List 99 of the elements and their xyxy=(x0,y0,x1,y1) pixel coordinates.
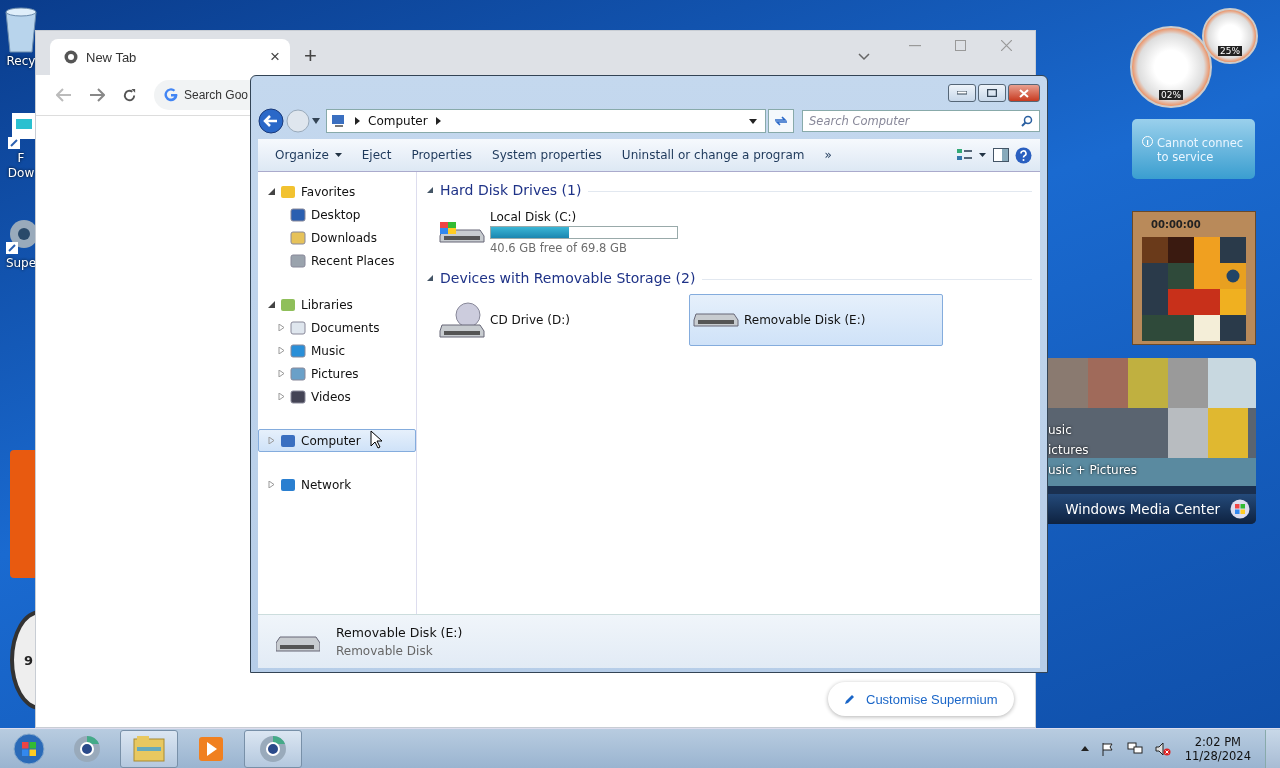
show-hidden-icons-icon[interactable] xyxy=(1080,746,1089,751)
pencil-icon xyxy=(844,693,856,705)
help-icon[interactable] xyxy=(1015,146,1032,164)
view-options-icon[interactable] xyxy=(957,149,987,161)
windows-logo-icon xyxy=(1230,499,1250,519)
new-tab-button[interactable]: + xyxy=(304,43,317,69)
drive-tile[interactable]: CD Drive (D:) xyxy=(435,294,689,346)
detail-name: Removable Disk (E:) xyxy=(336,625,463,640)
chevron-down-icon[interactable] xyxy=(858,53,870,61)
close-button[interactable] xyxy=(1008,84,1040,102)
drive-name: Local Disk (C:) xyxy=(490,209,578,224)
browser-logo-icon xyxy=(64,50,78,64)
minimize-button[interactable] xyxy=(948,84,976,102)
toolbar-button[interactable]: Properties xyxy=(404,144,480,166)
restore-button[interactable] xyxy=(978,84,1006,102)
toolbar-button[interactable]: » xyxy=(817,144,839,166)
toolbar-button[interactable]: Organize xyxy=(268,144,349,166)
refresh-button[interactable] xyxy=(768,109,794,133)
close-icon xyxy=(1019,88,1029,98)
tab-title: New Tab xyxy=(86,49,138,65)
search-icon xyxy=(1021,115,1033,127)
minimize-icon xyxy=(957,91,967,95)
nav-item[interactable]: Documents xyxy=(258,316,416,339)
taskbar-button[interactable] xyxy=(244,729,302,768)
expanded-arrow-icon[interactable] xyxy=(268,188,275,195)
nav-item[interactable]: Libraries xyxy=(258,293,416,316)
breadcrumb-arrow-icon xyxy=(355,117,360,125)
nav-item[interactable]: Network xyxy=(258,473,416,496)
hard-drive-icon xyxy=(438,221,486,243)
nav-item[interactable]: Favorites xyxy=(258,180,416,203)
google-logo-icon xyxy=(164,88,178,102)
dropdown-arrow-icon[interactable] xyxy=(312,118,320,124)
desktop-icon-label[interactable]: Dow xyxy=(7,166,35,181)
cd-drive-icon xyxy=(438,302,486,338)
collapsed-arrow-icon[interactable] xyxy=(268,481,275,488)
collapsed-arrow-icon[interactable] xyxy=(278,370,285,377)
refresh-icon xyxy=(773,115,789,127)
media-player-icon xyxy=(198,735,224,762)
search-field[interactable]: Search Computer xyxy=(802,110,1040,132)
nav-item[interactable]: Pictures xyxy=(258,362,416,385)
expanded-arrow-icon[interactable] xyxy=(268,301,275,308)
desktop-icon-label[interactable]: Recy xyxy=(6,54,36,69)
collapsed-arrow-icon[interactable] xyxy=(278,324,285,331)
drive-tile[interactable]: Local Disk (C:) 40.6 GB free of 69.8 GB xyxy=(435,206,689,258)
toolbar-button[interactable]: Eject xyxy=(354,144,399,166)
weather-message: to service xyxy=(1157,150,1215,164)
usb-drive-icon xyxy=(692,313,740,327)
nav-item[interactable]: Music xyxy=(258,339,416,362)
shortcut-icon[interactable] xyxy=(6,111,36,151)
expanded-arrow-icon[interactable] xyxy=(427,187,433,193)
puzzle-timer: 00:00:00 xyxy=(1151,218,1201,230)
taskbar-date: 11/28/2024 xyxy=(1184,748,1251,763)
back-button-icon[interactable] xyxy=(258,108,284,134)
address-bar[interactable]: Computer xyxy=(326,109,766,133)
expanded-arrow-icon[interactable] xyxy=(427,275,433,281)
restore-icon xyxy=(987,89,997,97)
customise-button[interactable]: Customise Supermium xyxy=(828,682,1014,716)
breadcrumb-arrow-icon xyxy=(435,117,441,125)
media-menu-item[interactable]: ictures xyxy=(1048,440,1137,460)
media-menu-item[interactable]: usic xyxy=(1048,420,1137,440)
taskbar-time: 2:02 PM xyxy=(1194,734,1241,749)
nav-item[interactable]: Downloads xyxy=(258,226,416,249)
drive-name: Removable Disk (E:) xyxy=(744,313,866,327)
desktop-icon-label[interactable]: Supe xyxy=(5,256,37,271)
browser-icon xyxy=(258,733,288,764)
recycle-bin-icon[interactable] xyxy=(3,6,39,54)
mouse-cursor-icon xyxy=(370,430,382,449)
preview-pane-icon[interactable] xyxy=(993,148,1009,162)
toolbar-button[interactable]: Uninstall or change a program xyxy=(614,144,812,166)
collapsed-arrow-icon[interactable] xyxy=(278,347,285,354)
detail-type: Removable Disk xyxy=(336,644,434,658)
close-tab-button[interactable]: × xyxy=(270,47,280,67)
weather-message: Cannot connec xyxy=(1157,136,1244,150)
media-center-title: Windows Media Center xyxy=(1065,501,1220,517)
collapsed-arrow-icon[interactable] xyxy=(278,393,285,400)
nav-item[interactable]: Videos xyxy=(258,385,416,408)
group-header[interactable]: Devices with Removable Storage (2) xyxy=(440,270,696,286)
nav-item[interactable]: Computer xyxy=(258,429,416,452)
toolbar-button[interactable]: System properties xyxy=(485,144,609,166)
nav-item[interactable]: Desktop xyxy=(258,203,416,226)
free-space-text: 40.6 GB free of 69.8 GB xyxy=(490,240,628,255)
drive-name: CD Drive (D:) xyxy=(490,313,570,327)
desktop-icon-label[interactable]: F xyxy=(17,151,25,166)
dropdown-arrow-icon xyxy=(334,153,342,157)
group-header[interactable]: Hard Disk Drives (1) xyxy=(440,182,582,198)
info-icon xyxy=(1142,136,1153,147)
drive-tile[interactable]: Removable Disk (E:) xyxy=(689,294,943,346)
reload-icon[interactable] xyxy=(122,87,137,103)
forward-arrow-icon[interactable] xyxy=(89,88,105,102)
muted-speaker-icon[interactable] xyxy=(1154,741,1171,756)
flag-icon[interactable] xyxy=(1100,741,1115,756)
browser-icon xyxy=(72,733,102,764)
memory-reading: 25% xyxy=(1218,46,1242,56)
cpu-reading: 02% xyxy=(1159,90,1183,100)
clock-numeral: 9 xyxy=(24,652,34,668)
browser-tab[interactable]: New Tab × xyxy=(50,39,290,75)
nav-item[interactable]: Recent Places xyxy=(258,249,416,272)
dropdown-arrow-icon[interactable] xyxy=(749,118,757,124)
search-field[interactable]: Search Goo xyxy=(154,80,250,110)
